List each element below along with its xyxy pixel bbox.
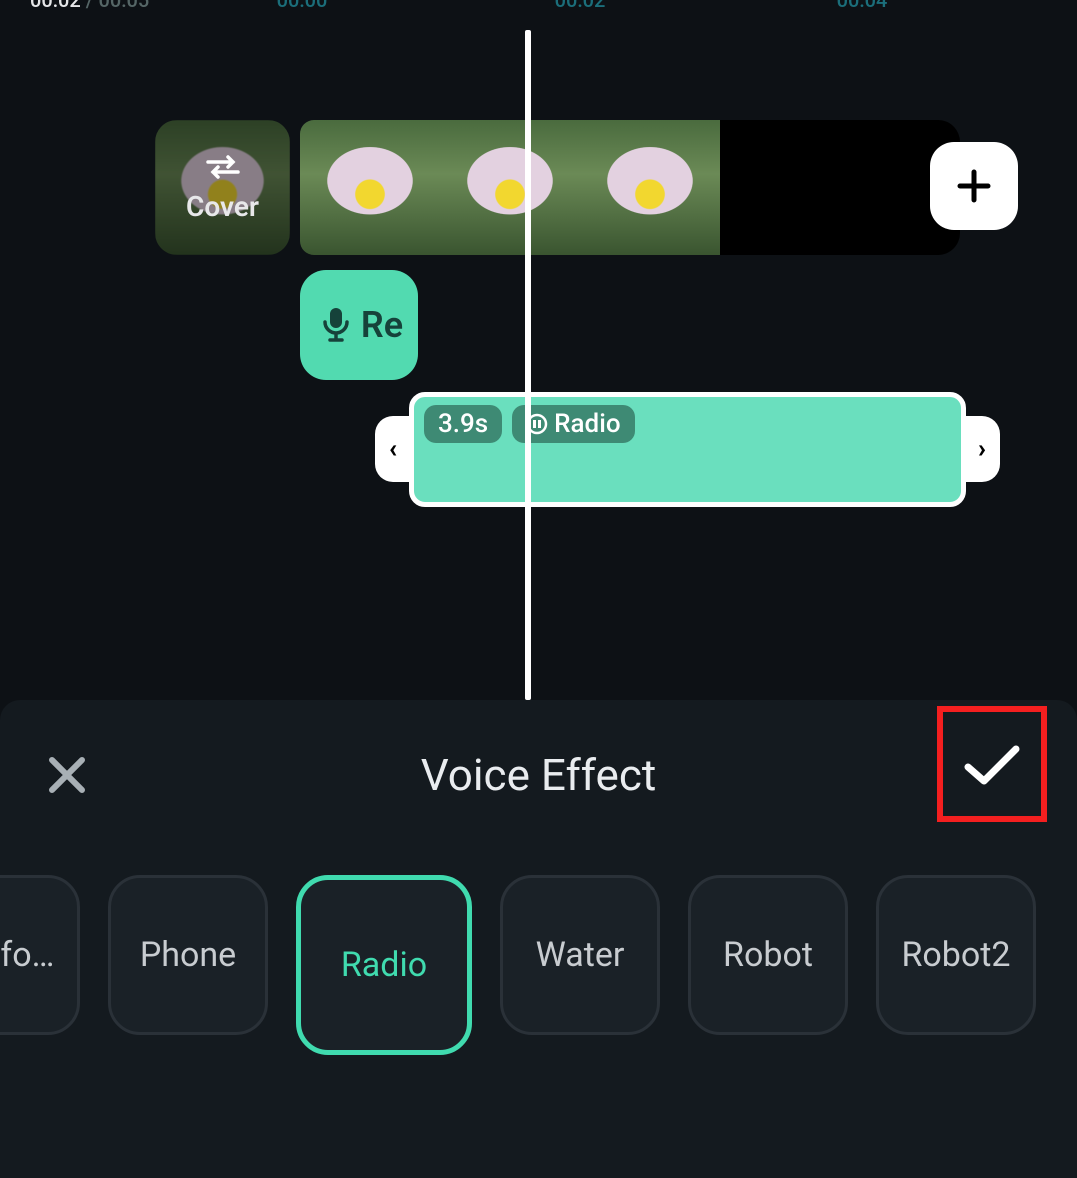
add-clip-button[interactable]: [930, 142, 1018, 230]
effect-option-water[interactable]: Water: [500, 875, 660, 1035]
effect-option-radio[interactable]: Radio: [296, 875, 472, 1055]
effect-option-transform[interactable]: ansfo…: [0, 875, 80, 1035]
clip-trim-handle-right[interactable]: ›: [964, 416, 1000, 482]
current-time: 00:02: [30, 0, 81, 12]
plus-icon: [954, 166, 994, 206]
clip-trim-handle-left[interactable]: ‹: [375, 416, 411, 482]
total-time: / 00:05: [81, 0, 150, 12]
ruler-tick: 00:04: [837, 0, 888, 12]
ruler-tick: 00:00: [277, 0, 328, 12]
panel-title: Voice Effect: [421, 749, 657, 801]
effect-option-phone[interactable]: Phone: [108, 875, 268, 1035]
close-icon: [46, 754, 88, 796]
panel-header: Voice Effect: [0, 700, 1077, 850]
playhead[interactable]: [525, 30, 531, 700]
duration-badge: 3.9s: [424, 405, 502, 443]
confirm-button[interactable]: [937, 710, 1047, 820]
effect-option-robot[interactable]: Robot: [688, 875, 848, 1035]
video-clip-black[interactable]: [720, 120, 960, 255]
microphone-icon: [321, 306, 351, 344]
swap-icon: [203, 152, 243, 182]
video-track: Cover: [0, 120, 1077, 255]
effects-row[interactable]: ansfo… Phone Radio Water Robot Robot2: [0, 875, 1077, 1055]
time-position: 00:02 / 00:05: [30, 0, 149, 12]
ruler-tick: 00:02: [555, 0, 606, 12]
voice-effect-panel: Voice Effect ansfo… Phone Radio Water Ro…: [0, 700, 1077, 1178]
close-button[interactable]: [40, 748, 94, 802]
audio-clip-selected[interactable]: ‹ 3.9s Radio ›: [375, 392, 1000, 507]
effect-option-robot2[interactable]: Robot2: [876, 875, 1036, 1035]
record-clip[interactable]: Re: [300, 270, 418, 380]
video-clip[interactable]: [300, 120, 720, 255]
cover-label: Cover: [186, 190, 259, 223]
time-ruler[interactable]: 00:02 / 00:05 00:00 00:02 00:04: [0, 0, 1077, 20]
check-icon: [962, 741, 1022, 789]
timeline[interactable]: Cover Re ‹ 3.9s Radio ›: [0, 30, 1077, 700]
record-label: Re: [361, 304, 403, 346]
cover-thumbnail[interactable]: Cover: [155, 120, 290, 255]
audio-clip-body[interactable]: 3.9s Radio: [409, 392, 966, 507]
